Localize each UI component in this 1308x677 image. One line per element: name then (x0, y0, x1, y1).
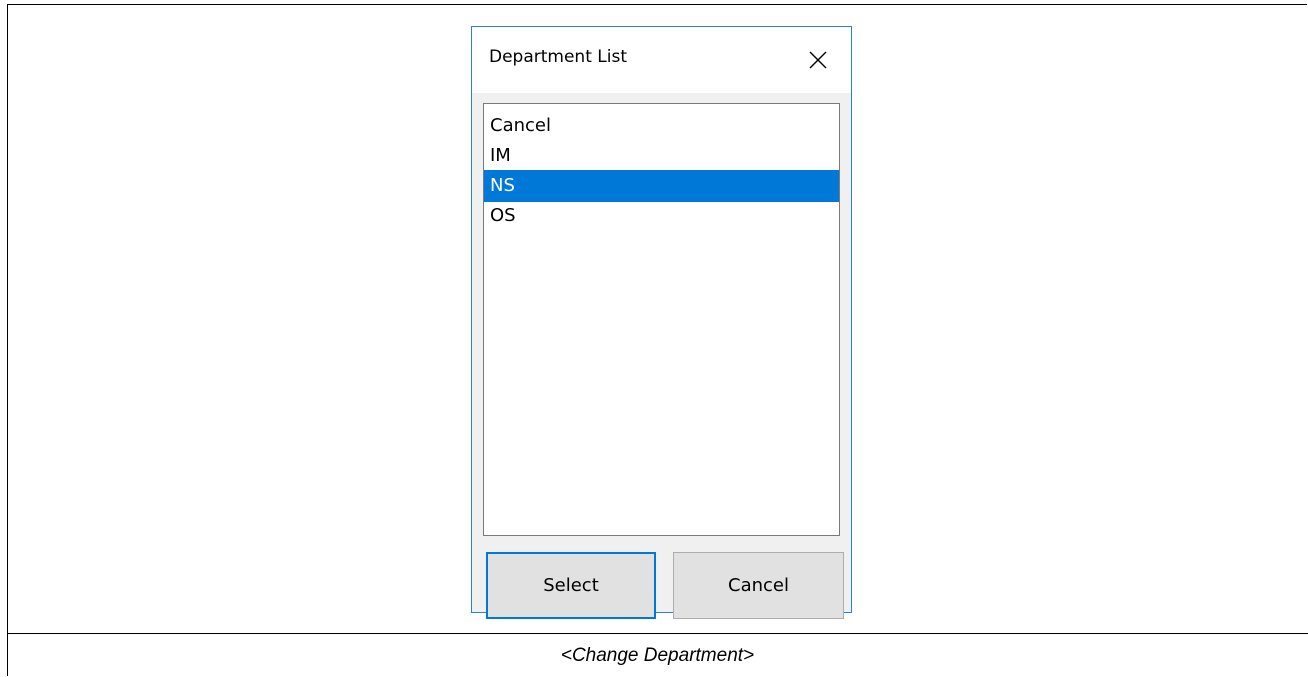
close-icon (809, 51, 827, 69)
list-item-os[interactable]: OS (484, 200, 839, 232)
figure-caption: <Change Department> (560, 644, 755, 666)
list-item-ns[interactable]: NS (484, 170, 839, 202)
department-list-dialog: Department List Cancel IM NS OS Select C… (471, 26, 852, 619)
cancel-button[interactable]: Cancel (673, 552, 844, 619)
select-button[interactable]: Select (486, 552, 656, 619)
list-item-cancel[interactable]: Cancel (484, 110, 839, 142)
list-item-im[interactable]: IM (484, 140, 839, 172)
department-listbox[interactable]: Cancel IM NS OS (483, 103, 840, 536)
dialog-title: Department List (489, 47, 627, 67)
dialog-titlebar: Department List (472, 27, 851, 93)
close-button[interactable] (803, 45, 833, 75)
